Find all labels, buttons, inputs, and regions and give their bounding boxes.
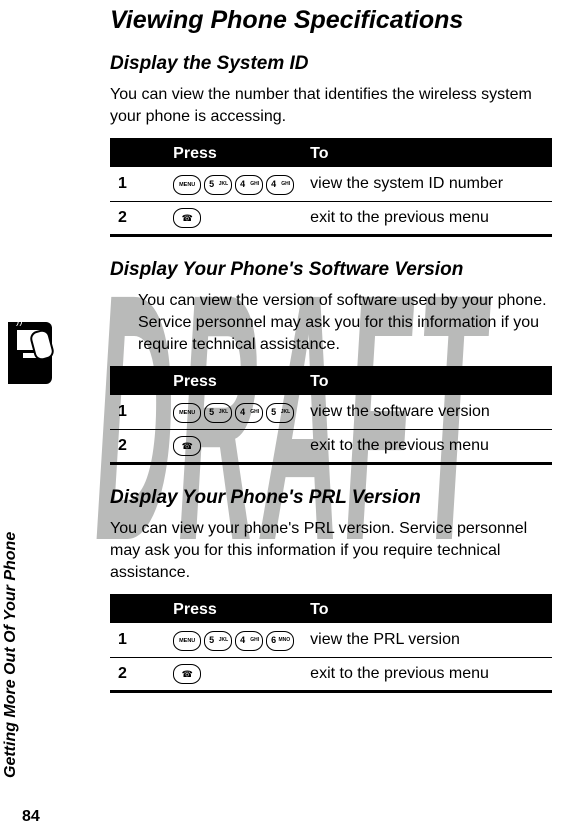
step-number: 1: [110, 623, 165, 658]
instruction-table: Press To 1 view the system ID number: [110, 138, 552, 237]
end-key-icon: [173, 208, 201, 228]
table-header-press: Press: [165, 139, 302, 167]
table-header-press: Press: [165, 367, 302, 395]
press-cell: [165, 167, 302, 202]
to-cell: view the system ID number: [302, 167, 552, 202]
instruction-table: Press To 1 view the PRL version 2: [110, 594, 552, 693]
step-number: 2: [110, 201, 165, 235]
content-area: Viewing Phone Specifications Display the…: [0, 0, 582, 693]
key-5-icon: [204, 631, 232, 651]
table-row: 2 exit to the previous menu: [110, 201, 552, 235]
to-cell: view the PRL version: [302, 623, 552, 658]
step-number: 1: [110, 167, 165, 202]
table-header-to: To: [302, 595, 552, 623]
to-cell: view the software version: [302, 395, 552, 430]
key-5-icon: [204, 175, 232, 195]
press-cell: [165, 429, 302, 463]
end-key-icon: [173, 436, 201, 456]
step-number: 2: [110, 657, 165, 691]
press-cell: [165, 623, 302, 658]
section-heading: Display Your Phone's PRL Version: [110, 487, 552, 510]
page-number: 84: [22, 808, 40, 826]
end-key-icon: [173, 664, 201, 684]
press-cell: [165, 657, 302, 691]
table-row: 1 view the system ID number: [110, 167, 552, 202]
press-cell: [165, 395, 302, 430]
table-row: 1 view the software version: [110, 395, 552, 430]
menu-key-icon: [173, 403, 201, 423]
to-cell: exit to the previous menu: [302, 201, 552, 235]
key-4-icon: [266, 175, 294, 195]
menu-key-icon: [173, 631, 201, 651]
section-body: You can view your phone's PRL version. S…: [110, 518, 552, 584]
key-5-icon: [204, 403, 232, 423]
menu-key-icon: [173, 175, 201, 195]
step-number: 2: [110, 429, 165, 463]
table-row: 2 exit to the previous menu: [110, 657, 552, 691]
instruction-table: Press To 1 view the software version: [110, 366, 552, 465]
table-header-blank: [110, 367, 165, 395]
table-header-to: To: [302, 139, 552, 167]
page: )) Getting More Out Of Your Phone 84 Vie…: [0, 0, 582, 838]
key-6-icon: [266, 631, 294, 651]
key-4-icon: [235, 403, 263, 423]
key-4-icon: [235, 175, 263, 195]
section-heading: Display Your Phone's Software Version: [110, 259, 552, 282]
table-header-press: Press: [165, 595, 302, 623]
step-number: 1: [110, 395, 165, 430]
table-header-to: To: [302, 367, 552, 395]
section-body: You can view the version of software use…: [110, 290, 552, 356]
section-heading: Display the System ID: [110, 53, 552, 76]
key-4-icon: [235, 631, 263, 651]
table-header-blank: [110, 595, 165, 623]
table-header-blank: [110, 139, 165, 167]
section-body: You can view the number that identifies …: [110, 84, 552, 128]
table-row: 2 exit to the previous menu: [110, 429, 552, 463]
page-title: Viewing Phone Specifications: [110, 6, 552, 35]
to-cell: exit to the previous menu: [302, 657, 552, 691]
key-5-icon: [266, 403, 294, 423]
press-cell: [165, 201, 302, 235]
table-row: 1 view the PRL version: [110, 623, 552, 658]
to-cell: exit to the previous menu: [302, 429, 552, 463]
